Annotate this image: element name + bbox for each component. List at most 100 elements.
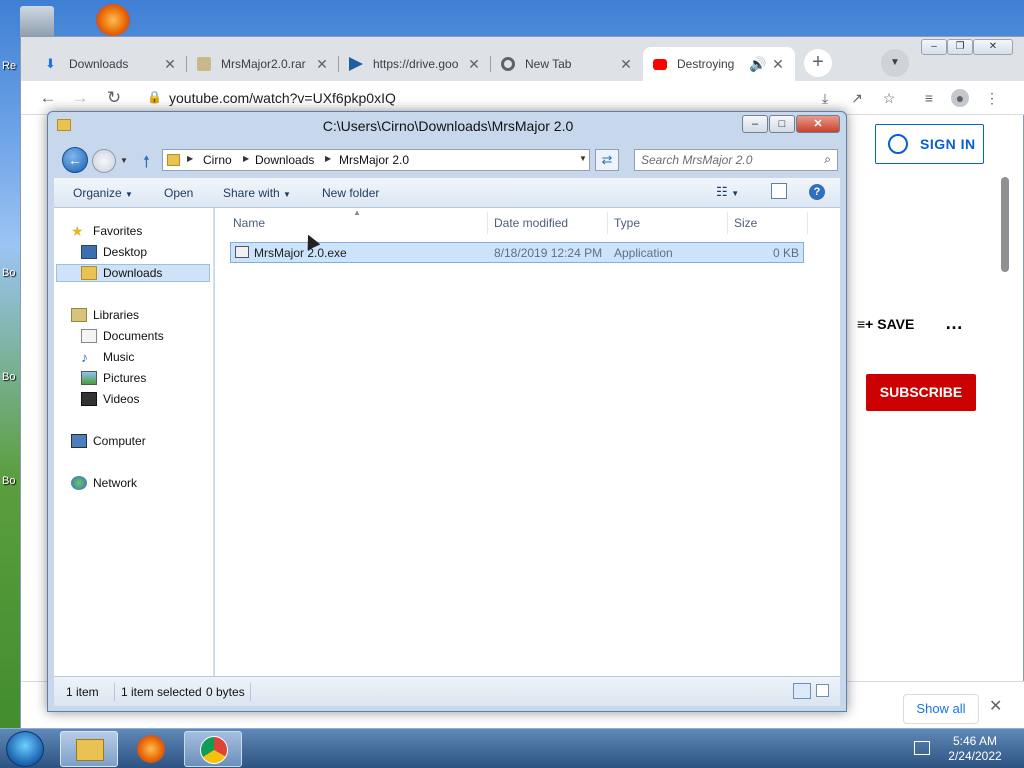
address-bar[interactable]: ▶ Cirno ▶ Downloads ▶ MrsMajor 2.0 ▼ — [162, 149, 590, 171]
share-icon[interactable]: ↗ — [848, 89, 866, 107]
more-actions-icon[interactable]: … — [945, 313, 963, 334]
reload-button[interactable]: ↻ — [103, 87, 125, 109]
network-tray-icon[interactable] — [914, 741, 930, 755]
nav-videos[interactable]: Videos — [81, 390, 139, 408]
downloads-folder-icon — [81, 266, 97, 280]
install-icon[interactable]: ⤓ — [816, 89, 834, 107]
forward-button[interactable]: → — [69, 87, 91, 109]
chevron-down-icon[interactable]: ▼ — [579, 154, 587, 163]
new-tab-button[interactable]: + — [804, 49, 832, 77]
window-title: C:\Users\Cirno\Downloads\MrsMajor 2.0 — [322, 118, 574, 134]
show-all-button[interactable]: Show all — [903, 694, 979, 724]
speaker-icon[interactable]: 🔊 — [749, 56, 766, 73]
column-header-type[interactable]: Type — [614, 216, 640, 230]
status-divider — [250, 683, 251, 701]
share-with-button[interactable]: Share with ▼ — [223, 186, 291, 200]
nav-documents[interactable]: Documents — [81, 327, 164, 345]
close-window-button[interactable]: ✕ — [796, 115, 840, 133]
nav-label: Network — [93, 476, 138, 490]
sign-in-button[interactable]: SIGN IN — [875, 124, 984, 164]
close-icon[interactable]: ✕ — [315, 56, 329, 73]
tab-label: https://drive.goo — [373, 57, 459, 71]
back-icon[interactable]: ← — [62, 147, 88, 173]
tab-downloads[interactable]: ⬇ Downloads ✕ — [35, 47, 187, 81]
details-view-icon[interactable] — [793, 683, 811, 699]
page-scrollbar[interactable] — [1001, 177, 1009, 272]
tab-search-button[interactable]: ▼ — [881, 49, 909, 77]
organize-button[interactable]: Organize ▼ — [73, 186, 133, 200]
archive-icon — [197, 57, 211, 71]
file-size: 0 KB — [772, 246, 799, 260]
close-window-button[interactable]: ✕ — [973, 39, 1013, 55]
recent-pages-icon[interactable]: ▼ — [120, 156, 128, 165]
profile-icon[interactable]: ● — [951, 89, 969, 107]
close-icon[interactable]: ✕ — [771, 56, 785, 73]
playlist-add-icon: ≡+ — [857, 316, 878, 332]
breadcrumb-current[interactable]: MrsMajor 2.0 — [339, 153, 409, 167]
nav-libraries[interactable]: Libraries — [71, 306, 139, 324]
nav-pictures[interactable]: Pictures — [81, 369, 146, 387]
large-icons-view-icon[interactable] — [816, 684, 829, 697]
tab-new-tab[interactable]: New Tab ✕ — [491, 47, 643, 81]
column-header-date[interactable]: Date modified — [494, 216, 568, 230]
tab-strip: ⬇ Downloads ✕ MrsMajor2.0.rar ✕ https://… — [21, 37, 1024, 81]
explorer-window: C:\Users\Cirno\Downloads\MrsMajor 2.0 – … — [47, 111, 847, 712]
open-button[interactable]: Open — [164, 186, 193, 200]
network-icon — [71, 476, 87, 490]
column-header-size[interactable]: Size — [734, 216, 757, 230]
share-with-label: Share with — [223, 186, 280, 200]
taskbar-chrome-button[interactable] — [184, 731, 242, 767]
tab-archive[interactable]: MrsMajor2.0.rar ✕ — [187, 47, 339, 81]
refresh-icon[interactable]: ⇄ — [595, 149, 619, 171]
breadcrumb-cirno[interactable]: Cirno — [203, 153, 232, 167]
maximize-button[interactable]: □ — [769, 115, 795, 133]
nav-computer[interactable]: Computer — [71, 432, 146, 450]
close-icon[interactable]: ✕ — [467, 56, 481, 73]
taskbar-explorer-button[interactable] — [60, 731, 118, 767]
close-icon[interactable]: ✕ — [163, 56, 177, 73]
forward-icon[interactable] — [92, 149, 116, 173]
close-icon[interactable]: ✕ — [619, 56, 633, 73]
system-clock[interactable]: 5:46 AM 2/24/2022 — [940, 734, 1010, 764]
drive-icon — [349, 57, 363, 71]
minimize-button[interactable]: – — [742, 115, 768, 133]
up-folder-icon[interactable]: 🠕 — [143, 151, 150, 178]
bookmark-star-icon[interactable]: ☆ — [880, 89, 898, 107]
url-text: youtube.com/watch?v=UXf6pkp0xIQ — [169, 90, 396, 106]
breadcrumb-downloads[interactable]: Downloads — [255, 153, 314, 167]
save-button[interactable]: ≡+ SAVE — [857, 316, 914, 332]
search-input[interactable]: Search MrsMajor 2.0 ⌕ — [634, 149, 838, 171]
firefox-desktop-icon[interactable] — [96, 4, 130, 36]
column-header-name[interactable]: Name — [233, 216, 265, 230]
restore-button[interactable]: ❐ — [947, 39, 973, 55]
column-divider — [807, 212, 808, 234]
command-bar: Organize ▼ Open Share with ▼ New folder … — [54, 178, 840, 208]
nav-music[interactable]: ♪ Music — [81, 348, 134, 366]
help-icon[interactable]: ? — [809, 184, 825, 200]
nav-downloads[interactable]: Downloads — [56, 264, 210, 282]
nav-network[interactable]: Network — [71, 474, 137, 492]
new-folder-button[interactable]: New folder — [322, 186, 379, 200]
column-divider — [727, 212, 728, 234]
preview-pane-icon[interactable] — [771, 183, 787, 199]
clock-date: 2/24/2022 — [948, 749, 1002, 763]
minimize-button[interactable]: – — [921, 39, 947, 55]
tab-youtube[interactable]: Destroying 🔊 ✕ — [643, 47, 795, 81]
close-icon[interactable]: ✕ — [989, 696, 1002, 716]
status-divider — [114, 683, 115, 701]
taskbar-firefox-button[interactable] — [122, 731, 180, 767]
pictures-icon — [81, 371, 97, 385]
computer-icon — [71, 434, 87, 448]
media-control-icon[interactable]: ≡ — [920, 89, 938, 107]
nav-desktop[interactable]: Desktop — [81, 243, 147, 261]
start-button[interactable] — [6, 731, 44, 767]
address-bar[interactable]: 🔒 youtube.com/watch?v=UXf6pkp0xIQ — [137, 85, 807, 111]
menu-dots-icon[interactable]: ⋮ — [983, 89, 1001, 107]
nav-favorites[interactable]: ★ Favorites — [71, 222, 142, 240]
back-button[interactable]: ← — [37, 87, 59, 109]
recycle-bin-icon[interactable] — [20, 6, 54, 38]
view-options-icon[interactable]: ☷ ▼ — [716, 184, 739, 200]
desktop-label-re: Re — [2, 60, 17, 72]
subscribe-button[interactable]: SUBSCRIBE — [866, 374, 976, 411]
tab-drive[interactable]: https://drive.goo ✕ — [339, 47, 491, 81]
